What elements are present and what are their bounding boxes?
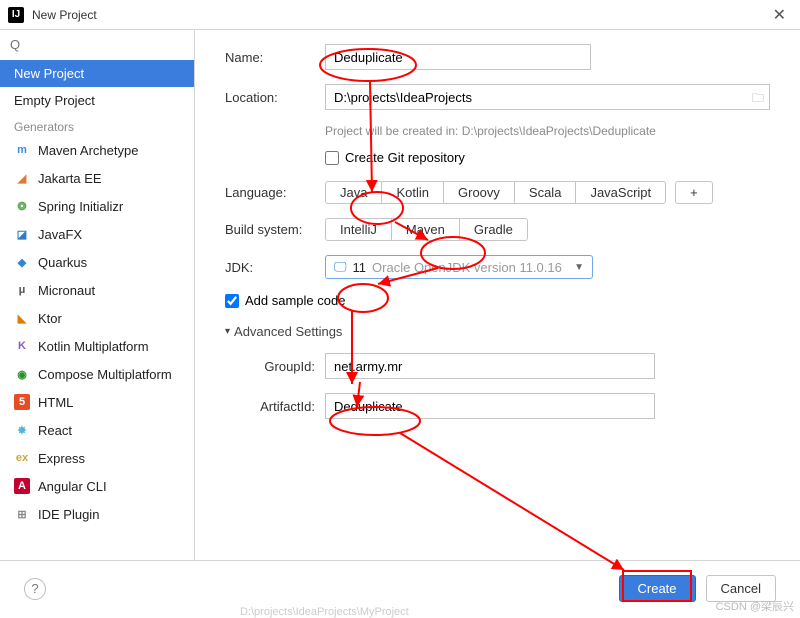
generator-icon: ◉ <box>14 366 30 382</box>
jdk-detail: Oracle OpenJDK version 11.0.16 <box>372 260 568 275</box>
sidebar-item-label: IDE Plugin <box>38 507 99 522</box>
generator-icon: ⊞ <box>14 506 30 522</box>
sidebar-item-label: Maven Archetype <box>38 143 138 158</box>
advanced-settings-toggle[interactable]: ▾ Advanced Settings <box>225 324 770 339</box>
add-language-button[interactable]: + <box>675 181 713 204</box>
sidebar-item-ktor[interactable]: ◣ Ktor <box>0 304 194 332</box>
sidebar-item-micronaut[interactable]: μ Micronaut <box>0 276 194 304</box>
build-option-gradle[interactable]: Gradle <box>459 218 528 241</box>
sidebar-item-label: HTML <box>38 395 73 410</box>
location-input[interactable] <box>325 84 770 110</box>
generators-heading: Generators <box>0 114 194 136</box>
sidebar-item-react[interactable]: ✸ React <box>0 416 194 444</box>
window-title: New Project <box>32 8 97 22</box>
generator-icon: A <box>14 478 30 494</box>
folder-icon[interactable]: 🗀 <box>752 89 764 110</box>
main-form: Name: Location: 🗀 Project will be create… <box>195 30 800 560</box>
sidebar-item-angular-cli[interactable]: A Angular CLI <box>0 472 194 500</box>
language-option-groovy[interactable]: Groovy <box>443 181 515 204</box>
generator-icon: ✸ <box>14 422 30 438</box>
sidebar-item-javafx[interactable]: ◪ JavaFX <box>0 220 194 248</box>
generator-icon: m <box>14 142 30 158</box>
build-label: Build system: <box>225 222 325 237</box>
group-id-label: GroupId: <box>225 359 325 374</box>
sample-code-checkbox[interactable] <box>225 294 239 308</box>
sidebar-item-ide-plugin[interactable]: ⊞ IDE Plugin <box>0 500 194 528</box>
language-option-kotlin[interactable]: Kotlin <box>381 181 444 204</box>
sidebar-item-express[interactable]: ex Express <box>0 444 194 472</box>
generator-icon: ex <box>14 450 30 466</box>
ghost-path: D:\projects\IdeaProjects\MyProject <box>240 606 409 618</box>
chevron-down-icon: ▾ <box>225 326 230 337</box>
sidebar: New ProjectEmpty Project Generators m Mav… <box>0 30 195 560</box>
titlebar: IJ New Project ✕ <box>0 0 800 30</box>
sidebar-item-label: JavaFX <box>38 227 82 242</box>
language-option-scala[interactable]: Scala <box>514 181 577 204</box>
sidebar-item-empty-project[interactable]: Empty Project <box>0 87 194 114</box>
sidebar-item-label: Kotlin Multiplatform <box>38 339 149 354</box>
sidebar-item-label: Micronaut <box>38 283 95 298</box>
search-input[interactable] <box>10 37 184 52</box>
jdk-select[interactable]: 🖵 11 Oracle OpenJDK version 11.0.16 ▼ <box>325 255 593 279</box>
sidebar-item-label: React <box>38 423 72 438</box>
sidebar-item-compose-multiplatform[interactable]: ◉ Compose Multiplatform <box>0 360 194 388</box>
close-icon[interactable]: ✕ <box>767 5 792 25</box>
location-hint: Project will be created in: D:\projects\… <box>325 124 770 138</box>
sidebar-item-jakarta-ee[interactable]: ◢ Jakarta EE <box>0 164 194 192</box>
help-icon[interactable]: ? <box>24 578 46 600</box>
jdk-version: 11 <box>353 260 367 275</box>
sidebar-item-quarkus[interactable]: ◆ Quarkus <box>0 248 194 276</box>
generator-icon: 5 <box>14 394 30 410</box>
generator-icon: ❂ <box>14 198 30 214</box>
build-option-intellij[interactable]: IntelliJ <box>325 218 392 241</box>
generator-icon: K <box>14 338 30 354</box>
artifact-id-input[interactable] <box>325 393 655 419</box>
create-button[interactable]: Create <box>619 575 696 602</box>
language-label: Language: <box>225 185 325 200</box>
app-logo: IJ <box>8 7 24 23</box>
generator-icon: ◆ <box>14 254 30 270</box>
sidebar-item-label: Quarkus <box>38 255 87 270</box>
language-option-java[interactable]: Java <box>325 181 382 204</box>
generator-icon: μ <box>14 282 30 298</box>
sidebar-item-html[interactable]: 5 HTML <box>0 388 194 416</box>
jdk-label: JDK: <box>225 260 325 275</box>
name-input[interactable] <box>325 44 591 70</box>
sidebar-item-label: Angular CLI <box>38 479 107 494</box>
artifact-id-label: ArtifactId: <box>225 399 325 414</box>
sidebar-item-label: Spring Initializr <box>38 199 123 214</box>
name-label: Name: <box>225 50 325 65</box>
sidebar-item-label: Express <box>38 451 85 466</box>
sidebar-item-kotlin-multiplatform[interactable]: K Kotlin Multiplatform <box>0 332 194 360</box>
generator-icon: ◢ <box>14 170 30 186</box>
sidebar-item-spring-initializr[interactable]: ❂ Spring Initializr <box>0 192 194 220</box>
sidebar-item-new-project[interactable]: New Project <box>0 60 194 87</box>
sample-code-label: Add sample code <box>245 293 345 308</box>
generator-icon: ◪ <box>14 226 30 242</box>
language-option-javascript[interactable]: JavaScript <box>575 181 666 204</box>
sidebar-item-label: Jakarta EE <box>38 171 102 186</box>
jdk-icon: 🖵 <box>334 259 347 275</box>
sidebar-item-maven-archetype[interactable]: m Maven Archetype <box>0 136 194 164</box>
generator-icon: ◣ <box>14 310 30 326</box>
watermark: CSDN @梁辰兴 <box>716 598 794 614</box>
git-checkbox[interactable] <box>325 151 339 165</box>
group-id-input[interactable] <box>325 353 655 379</box>
sidebar-item-label: Ktor <box>38 311 62 326</box>
location-label: Location: <box>225 90 325 105</box>
build-option-maven[interactable]: Maven <box>391 218 460 241</box>
chevron-down-icon: ▼ <box>574 262 584 273</box>
sidebar-item-label: Compose Multiplatform <box>38 367 172 382</box>
git-label: Create Git repository <box>345 150 465 165</box>
